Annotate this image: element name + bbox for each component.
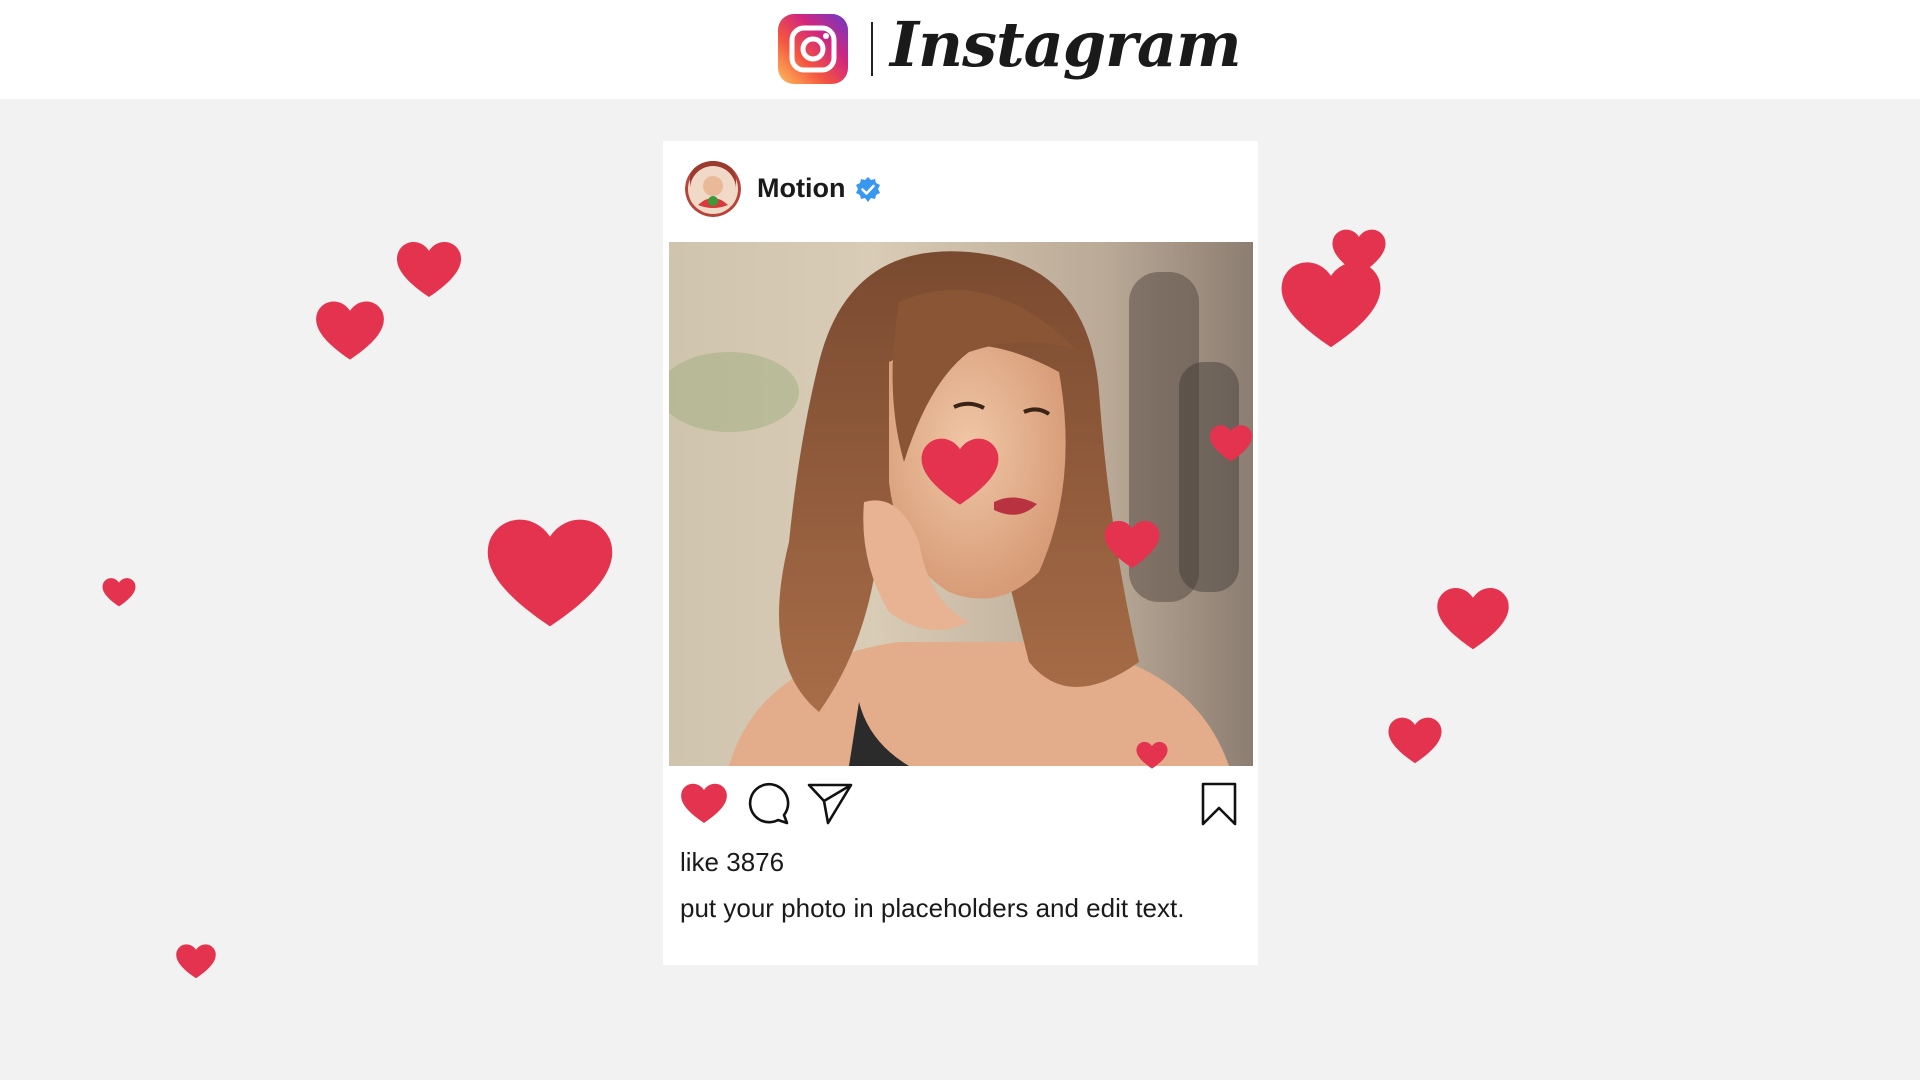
floating-heart-icon	[918, 433, 1002, 509]
floating-heart-icon	[313, 297, 387, 363]
instagram-camera-icon	[778, 14, 848, 84]
post-card: Motion like 3876 put your photo in place…	[663, 141, 1258, 965]
post-caption: put your photo in placeholders and edit …	[680, 893, 1185, 923]
avatar[interactable]	[685, 161, 741, 217]
paper-plane-icon[interactable]	[806, 781, 854, 825]
top-bar: Instagram	[0, 0, 1920, 99]
heart-icon[interactable]	[679, 781, 729, 825]
floating-heart-icon	[1208, 422, 1254, 464]
floating-heart-icon	[1386, 714, 1444, 766]
comment-bubble-icon[interactable]	[746, 781, 790, 825]
post-actions	[663, 781, 1258, 841]
floating-heart-icon	[1135, 740, 1169, 770]
floating-heart-icon	[394, 238, 464, 300]
username[interactable]: Motion	[757, 173, 845, 204]
floating-heart-icon	[101, 576, 137, 608]
floating-heart-icon	[174, 942, 218, 980]
likes-count: like 3876	[680, 847, 785, 877]
logo-divider	[871, 22, 873, 76]
floating-heart-icon	[1330, 226, 1388, 278]
floating-heart-icon	[1102, 517, 1162, 571]
app-title: Instagram	[890, 8, 1242, 81]
bookmark-icon[interactable]	[1200, 781, 1238, 827]
post-header: Motion	[663, 141, 1258, 243]
verified-badge-icon	[856, 177, 880, 202]
floating-heart-icon	[482, 511, 618, 633]
floating-heart-icon	[1434, 583, 1512, 653]
